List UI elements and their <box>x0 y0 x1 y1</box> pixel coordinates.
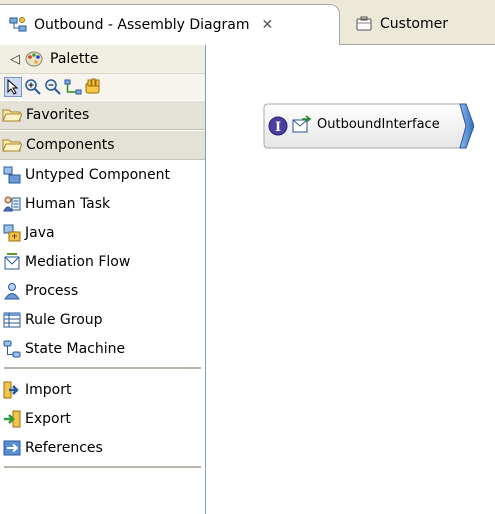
palette-title: Palette <box>50 51 99 67</box>
palette-item-label: Process <box>25 282 79 299</box>
diagram-canvas[interactable]: I OutboundInterface <box>206 45 495 514</box>
palette-item-human-task[interactable]: Human Task <box>0 189 205 218</box>
mediation-flow-icon <box>2 252 22 272</box>
assembly-diagram-icon <box>8 15 28 35</box>
palette-item-label: Human Task <box>25 195 111 212</box>
palette-item-label: Java <box>25 224 55 241</box>
palette-item-mediation-flow[interactable]: Mediation Flow <box>0 247 205 276</box>
select-arrow-icon[interactable] <box>4 77 22 97</box>
palette-item-references[interactable]: References <box>0 433 205 462</box>
palette-item-label: Import <box>25 381 72 398</box>
business-object-icon <box>354 14 374 34</box>
palette-header: ◁ Palette <box>0 45 205 73</box>
zoom-in-icon[interactable] <box>24 77 42 97</box>
untyped-component-icon <box>2 165 22 185</box>
svg-text:I: I <box>275 120 281 135</box>
outbound-interface-node[interactable]: I OutboundInterface <box>262 102 474 150</box>
palette-separator <box>4 466 201 468</box>
wire-icon[interactable] <box>64 77 82 97</box>
tab-label: Customer <box>380 16 449 32</box>
palette-item-label: Export <box>25 410 71 427</box>
palette-item-process[interactable]: Process <box>0 276 205 305</box>
interface-name: OutboundInterface <box>317 117 440 132</box>
palette-toolbar <box>0 73 205 100</box>
tab-customer[interactable]: Customer <box>340 4 495 44</box>
hand-icon[interactable] <box>84 77 102 97</box>
palette-item-label: State Machine <box>25 340 126 357</box>
palette-item-state-machine[interactable]: State Machine <box>0 334 205 363</box>
process-icon <box>2 281 22 301</box>
state-machine-icon <box>2 339 22 359</box>
interface-icon: I <box>268 116 288 136</box>
drawer-components[interactable]: Components <box>0 130 205 160</box>
tab-outbound-assembly-diagram[interactable]: Outbound - Assembly Diagram ✕ <box>0 4 340 45</box>
palette-item-label: Rule Group <box>25 311 103 328</box>
collapse-palette-icon[interactable]: ◁ <box>6 52 24 67</box>
editor-tab-bar: Outbound - Assembly Diagram ✕ Customer <box>0 0 495 45</box>
palette-item-java[interactable]: Java <box>0 218 205 247</box>
drawer-label: Favorites <box>26 107 90 123</box>
palette-icon <box>24 49 44 69</box>
drawer-favorites[interactable]: Favorites <box>0 100 205 130</box>
palette-item-import[interactable]: Import <box>0 375 205 404</box>
palette-separator <box>4 367 201 369</box>
palette-panel: ◁ Palette Favorites Components Untyped C… <box>0 45 206 514</box>
java-component-icon <box>2 223 22 243</box>
close-icon[interactable]: ✕ <box>261 17 273 33</box>
drawer-label: Components <box>26 137 115 153</box>
export-icon <box>2 409 22 429</box>
palette-item-label: Untyped Component <box>25 166 171 183</box>
import-icon <box>2 380 22 400</box>
tab-label: Outbound - Assembly Diagram <box>34 17 250 33</box>
palette-item-label: References <box>25 439 103 456</box>
zoom-out-icon[interactable] <box>44 77 62 97</box>
references-icon <box>2 438 22 458</box>
folder-icon <box>2 135 22 155</box>
folder-icon <box>2 105 22 125</box>
human-task-icon <box>2 194 22 214</box>
palette-item-untyped-component[interactable]: Untyped Component <box>0 160 205 189</box>
palette-item-rule-group[interactable]: Rule Group <box>0 305 205 334</box>
palette-item-export[interactable]: Export <box>0 404 205 433</box>
outbound-message-icon <box>292 115 312 133</box>
palette-item-label: Mediation Flow <box>25 253 131 270</box>
rule-group-icon <box>2 310 22 330</box>
